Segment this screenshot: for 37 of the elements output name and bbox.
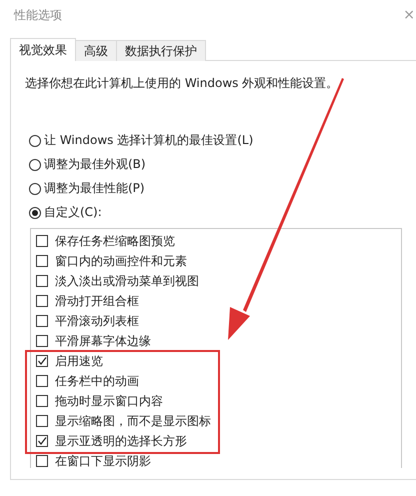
checkbox-label[interactable]: 显示缩略图，而不是显示图标 [55,412,211,430]
checkbox[interactable] [36,375,48,387]
checkbox[interactable] [36,335,48,347]
checkbox-label[interactable]: 显示亚透明的选择长方形 [55,432,187,450]
checkbox[interactable] [36,275,48,287]
checkbox[interactable] [36,295,48,307]
checkbox-label[interactable]: 拖动时显示窗口内容 [55,392,163,410]
radio-button[interactable] [29,134,41,146]
checkbox-label[interactable]: 平滑屏幕字体边缘 [55,332,151,350]
radio-button[interactable] [29,158,41,170]
checkbox[interactable] [36,315,48,327]
checkbox-label[interactable]: 任务栏中的动画 [55,372,139,390]
checkbox[interactable] [36,235,48,247]
checkbox-label[interactable]: 滑动打开组合框 [55,292,139,310]
tab[interactable]: 高级 [75,40,117,61]
radio-button[interactable] [29,206,41,218]
checkbox-label[interactable]: 平滑滚动列表框 [55,312,139,330]
radio-label[interactable]: 调整为最佳性能(P) [44,180,145,197]
checkbox[interactable] [36,455,48,467]
window-title: 性能选项 [14,6,62,24]
radio-label[interactable]: 让 Windows 选择计算机的最佳设置(L) [44,132,254,149]
checkbox[interactable] [36,415,48,427]
checkbox-label[interactable]: 淡入淡出或滑动菜单到视图 [55,272,199,290]
radio-button[interactable] [29,182,41,194]
radio-label[interactable]: 自定义(C): [44,204,102,221]
tab[interactable]: 视觉效果 [10,38,76,61]
tab[interactable]: 数据执行保护 [116,40,206,61]
checkbox-label[interactable]: 启用速览 [55,352,103,370]
checkbox[interactable] [36,435,48,447]
checkbox-label[interactable]: 在窗口下显示阴影 [55,452,151,470]
checkbox-label[interactable]: 保存任务栏缩略图预览 [55,232,175,250]
checkbox-label[interactable]: 窗口内的动画控件和元素 [55,252,187,270]
description-text: 选择你想在此计算机上使用的 Windows 外观和性能设置。 [25,75,340,92]
checkbox[interactable] [36,355,48,367]
checkbox[interactable] [36,395,48,407]
radio-label[interactable]: 调整为最佳外观(B) [44,156,146,173]
checkbox[interactable] [36,255,48,267]
